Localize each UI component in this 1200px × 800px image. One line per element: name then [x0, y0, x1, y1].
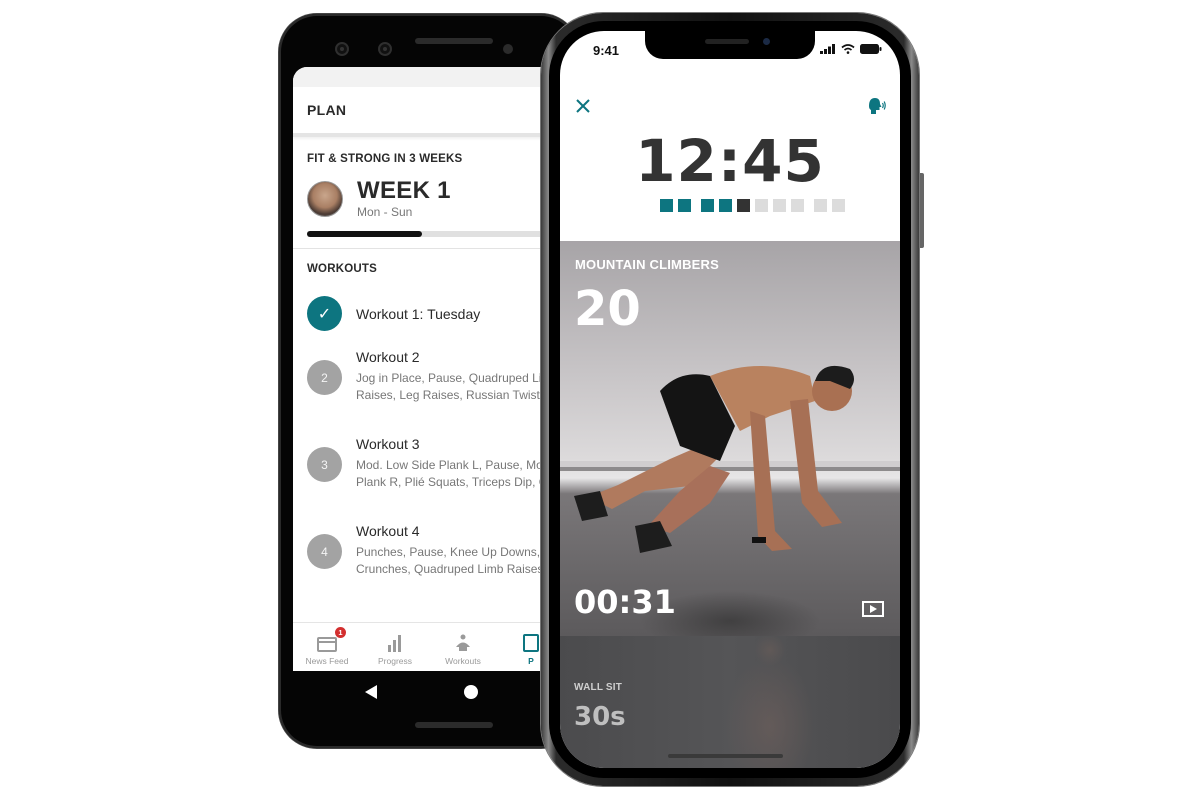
- front-camera-icon: [335, 42, 349, 56]
- check-icon: ✓: [307, 296, 342, 331]
- workout-name: Workout 4: [356, 523, 420, 539]
- workouts-icon: [453, 634, 473, 652]
- workout-desc: Crunches, Quadruped Limb Raises: [356, 562, 544, 576]
- news-feed-icon: [317, 634, 337, 652]
- workout-desc: Jog in Place, Pause, Quadruped Li: [356, 371, 542, 385]
- progress-segment: [814, 199, 827, 212]
- exercise-elapsed-timer: 00:31: [574, 583, 676, 621]
- progress-segment: [701, 199, 714, 212]
- workout-item[interactable]: 4 Workout 4 Punches, Pause, Knee Up Down…: [307, 523, 551, 578]
- front-sensor-icon: [378, 42, 392, 56]
- workout-progress-segments: [660, 199, 850, 212]
- workout-name: Workout 1: Tuesday: [356, 305, 481, 322]
- week-progress-bar: [307, 231, 551, 237]
- workout-desc: Punches, Pause, Knee Up Downs, I: [356, 545, 547, 559]
- plan-title: FIT & STRONG IN 3 WEEKS: [307, 153, 463, 165]
- progress-segment: [737, 199, 750, 212]
- signal-icon: [820, 44, 835, 54]
- next-exercise-name: WALL SIT: [574, 682, 623, 693]
- progress-segment: [678, 199, 691, 212]
- workouts-title: WORKOUTS: [307, 263, 377, 275]
- progress-segment: [773, 199, 786, 212]
- plan-icon: [523, 634, 539, 652]
- notification-badge: 1: [335, 627, 346, 638]
- proximity-sensor: [503, 44, 513, 54]
- workout-name: Workout 2: [356, 349, 420, 365]
- page-title: PLAN: [293, 87, 565, 137]
- side-button: [920, 173, 924, 248]
- next-exercise-duration: 30s: [574, 702, 626, 732]
- nav-item-news-feed[interactable]: 1 News Feed: [293, 623, 361, 671]
- back-icon[interactable]: [365, 685, 377, 699]
- workout-number-badge: 3: [307, 447, 342, 482]
- iphone-screen: 9:41 12:45 MOUNTAIN CLIMBERS 20 00:31 WA…: [560, 31, 900, 768]
- workout-number-badge: 4: [307, 534, 342, 569]
- progress-segment: [719, 199, 732, 212]
- exercise-name: MOUNTAIN CLIMBERS: [575, 257, 719, 272]
- bottom-speaker: [415, 722, 493, 728]
- progress-segment: [660, 199, 673, 212]
- notch: [645, 31, 815, 59]
- workout-desc: Mod. Low Side Plank L, Pause, Mo: [356, 458, 543, 472]
- progress-icon: [387, 634, 403, 652]
- android-screen: PLAN FIT & STRONG IN 3 WEEKS WEEK 1 Mon …: [293, 67, 565, 671]
- home-indicator[interactable]: [668, 754, 783, 758]
- progress-segment: [755, 199, 768, 212]
- status-bar: [293, 67, 565, 87]
- workout-name: Workout 3: [356, 436, 420, 452]
- workout-item[interactable]: ✓ Workout 1: Tuesday: [307, 296, 551, 331]
- nav-item-workouts[interactable]: Workouts: [429, 623, 497, 671]
- workout-number-badge: 2: [307, 360, 342, 395]
- progress-segment: [791, 199, 804, 212]
- nav-label: Workouts: [445, 656, 481, 666]
- nav-label: P: [528, 656, 534, 666]
- earpiece-speaker: [415, 38, 493, 44]
- play-video-icon[interactable]: [862, 601, 884, 617]
- nav-label: News Feed: [305, 656, 349, 666]
- trainer-avatar: [307, 181, 343, 217]
- week-title: WEEK 1: [357, 177, 451, 204]
- workouts-section: WORKOUTS ✓ Workout 1: Tuesday 2 Workout …: [293, 249, 565, 578]
- plan-card[interactable]: FIT & STRONG IN 3 WEEKS WEEK 1 Mon - Sun: [293, 137, 565, 249]
- next-exercise-image: [710, 636, 830, 768]
- home-icon[interactable]: [464, 685, 478, 699]
- android-phone: PLAN FIT & STRONG IN 3 WEEKS WEEK 1 Mon …: [279, 14, 579, 748]
- progress-segment: [832, 199, 845, 212]
- current-exercise: MOUNTAIN CLIMBERS 20 00:31: [560, 241, 900, 636]
- next-exercise[interactable]: WALL SIT 30s: [560, 636, 900, 768]
- workout-item[interactable]: 3 Workout 3 Mod. Low Side Plank L, Pause…: [307, 436, 551, 491]
- workout-item[interactable]: 2 Workout 2 Jog in Place, Pause, Quadrup…: [307, 349, 551, 404]
- battery-icon: [860, 44, 882, 54]
- workout-desc: Plank R, Plié Squats, Triceps Dip, C: [356, 475, 548, 489]
- week-range: Mon - Sun: [357, 205, 413, 219]
- bottom-nav: 1 News Feed Progress Workouts P: [293, 622, 565, 671]
- nav-item-progress[interactable]: Progress: [361, 623, 429, 671]
- week-progress-fill: [307, 231, 422, 237]
- iphone: 9:41 12:45 MOUNTAIN CLIMBERS 20 00:31 WA…: [541, 13, 924, 786]
- status-time: 9:41: [593, 43, 620, 58]
- voice-coach-icon[interactable]: [866, 97, 886, 115]
- status-icons: [820, 44, 882, 54]
- nav-label: Progress: [377, 656, 412, 666]
- total-timer: 12:45: [635, 127, 825, 195]
- workout-desc: Raises, Leg Raises, Russian Twist: [356, 388, 540, 402]
- close-icon[interactable]: [574, 97, 592, 115]
- exercise-reps: 20: [574, 281, 641, 337]
- system-nav-bar: [279, 671, 579, 711]
- wifi-icon: [841, 44, 855, 54]
